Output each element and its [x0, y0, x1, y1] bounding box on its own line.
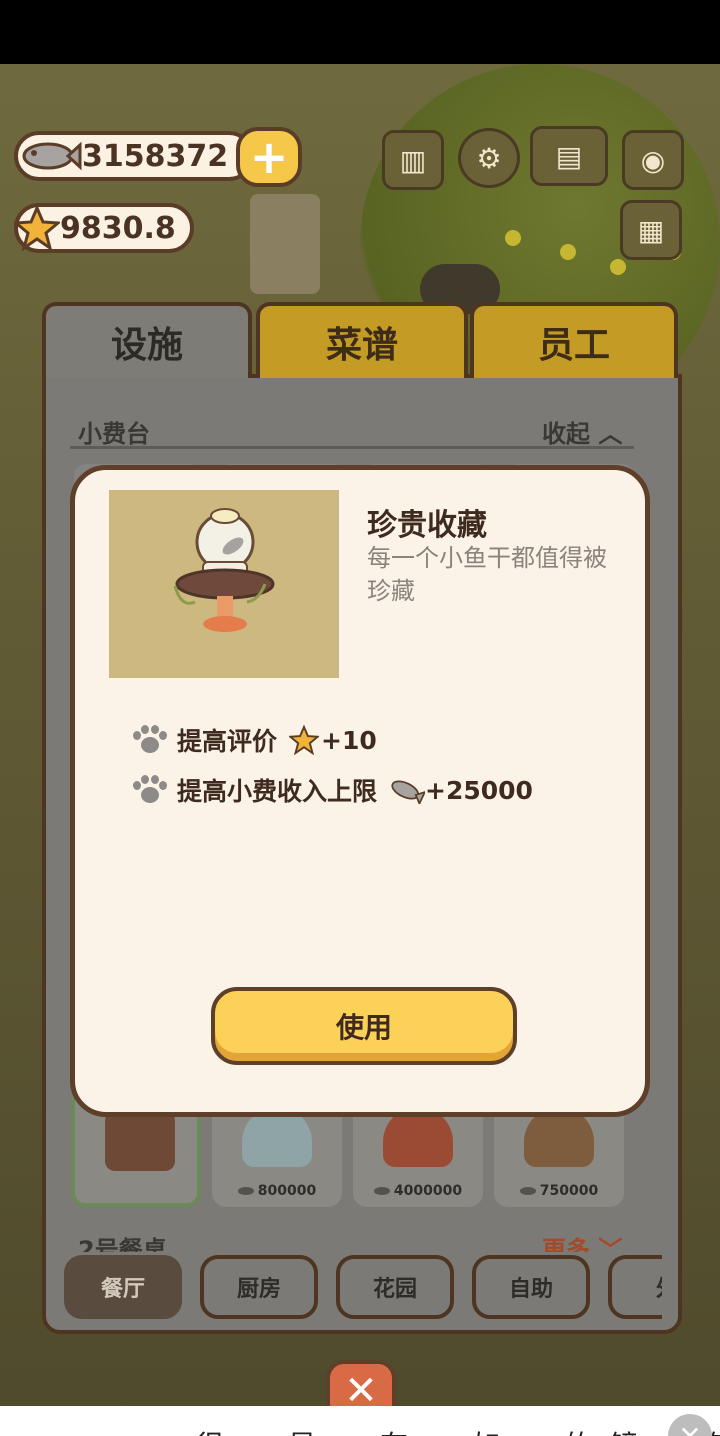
cloth-table-icon — [105, 1111, 175, 1171]
string-light — [505, 230, 521, 246]
effect-row: 提高评价 +10 — [133, 722, 377, 758]
gear-icon[interactable]: ⚙ — [458, 128, 520, 188]
fish-currency-counter: 3158372 — [14, 131, 254, 181]
fish-icon — [22, 141, 82, 171]
tab-label: 员工 — [537, 325, 610, 366]
plus-icon: + — [249, 130, 289, 184]
fish-icon — [373, 1187, 390, 1195]
notice-board-icon[interactable]: ▦ — [620, 200, 682, 260]
caption-text: …很…星…存…如…的镜…有我 — [150, 1424, 720, 1436]
tab-recipes[interactable]: 菜谱 — [256, 302, 468, 378]
price-label: 800000 — [237, 1183, 317, 1199]
price-label: 750000 — [519, 1183, 599, 1199]
tab-label: 设施 — [110, 325, 183, 366]
collapse-label: 收起 — [542, 420, 590, 448]
more-label: 更多 — [542, 1236, 590, 1252]
price-value: 800000 — [257, 1183, 317, 1199]
paw-icon — [133, 775, 167, 805]
category-restaurant[interactable]: 餐厅 — [64, 1255, 182, 1319]
lucky-cat-figure — [250, 194, 320, 294]
add-currency-button[interactable]: + — [236, 127, 302, 187]
category-label: 餐厅 — [100, 1277, 145, 1302]
chevron-up-icon: ︿ — [598, 420, 623, 448]
string-light — [610, 259, 626, 275]
tab-label: 菜谱 — [325, 325, 398, 366]
star-rating-value: 9830.8 — [60, 210, 176, 246]
star-icon — [289, 725, 320, 755]
close-icon: ✕ — [344, 1368, 378, 1414]
item-name: 珍贵收藏 — [367, 508, 487, 543]
price-label: 4000000 — [373, 1183, 463, 1199]
section-divider — [70, 446, 634, 449]
use-button[interactable]: 使用 — [211, 987, 517, 1065]
category-garden[interactable]: 花园 — [336, 1255, 454, 1319]
category-label: 厨房 — [236, 1277, 281, 1302]
tab-facilities[interactable]: 设施 — [42, 302, 252, 378]
category-outdoor[interactable]: 外 — [608, 1255, 662, 1319]
fish-icon — [519, 1187, 536, 1195]
section-title: 小费台 — [78, 420, 150, 448]
fish-currency-value: 3158372 — [82, 138, 229, 174]
collapse-toggle[interactable]: 收起 ︿ — [542, 414, 622, 449]
more-toggle[interactable]: 更多 ﹀ — [542, 1230, 622, 1252]
string-light — [560, 244, 576, 260]
category-buffet[interactable]: 自助 — [472, 1255, 590, 1319]
tab-staff[interactable]: 员工 — [470, 302, 678, 378]
effect-value: +25000 — [425, 775, 533, 805]
price-value: 4000000 — [393, 1183, 463, 1199]
item-description: 每一个小鱼干都值得被珍藏 — [367, 544, 607, 605]
effect-label: 提高评价 — [177, 727, 278, 756]
star-icon — [14, 205, 60, 251]
ranking-icon[interactable]: ▥ — [382, 130, 444, 190]
effect-value: +10 — [321, 725, 377, 755]
fish-jar-table-illustration — [173, 508, 275, 632]
category-label: 花园 — [372, 1277, 417, 1302]
next-section-title: 2号餐桌 — [78, 1236, 167, 1252]
price-value: 750000 — [539, 1183, 599, 1199]
star-rating-counter: 9830.8 — [14, 203, 194, 253]
chevron-down-icon: ﹀ — [598, 1236, 623, 1252]
effect-row: 提高小费收入上限 +25000 — [133, 772, 533, 808]
category-kitchen[interactable]: 厨房 — [200, 1255, 318, 1319]
item-detail-modal: 珍贵收藏 每一个小鱼干都值得被珍藏 提高评价 +10 提高小费收入上限 +250 — [70, 465, 650, 1117]
item-image — [109, 490, 339, 678]
recipe-book-icon[interactable]: ▤ — [530, 126, 608, 186]
fish-icon — [391, 780, 426, 804]
category-label: 自助 — [508, 1277, 553, 1302]
caption-bar: …很…星…存…如…的镜…有我 — [0, 1406, 720, 1436]
category-bar: 餐厅 厨房 花园 自助 外 — [62, 1255, 662, 1319]
effect-label: 提高小费收入上限 — [177, 777, 378, 806]
paw-icon — [133, 725, 167, 755]
camera-icon[interactable]: ◉ — [622, 130, 684, 190]
fish-icon — [237, 1187, 254, 1195]
category-label: 外 — [656, 1271, 662, 1303]
